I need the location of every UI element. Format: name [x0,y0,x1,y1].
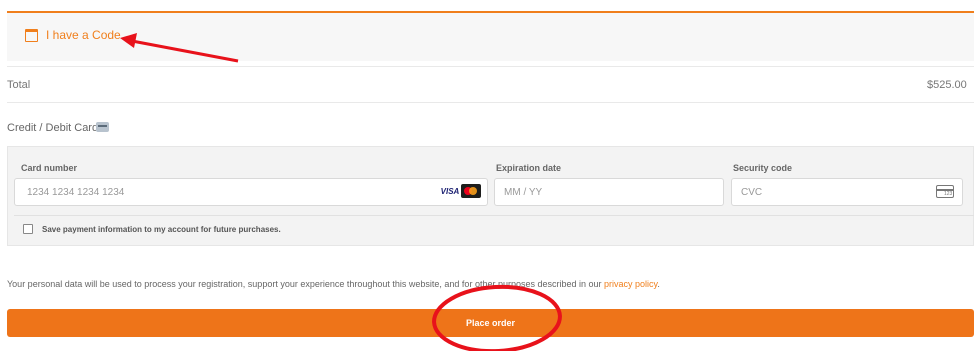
expiration-placeholder: MM / YY [504,187,543,198]
card-number-label: Card number [21,163,78,173]
visa-logo-icon: VISA [440,187,460,196]
cvc-card-icon [936,185,954,198]
divider [7,66,974,67]
total-label: Total [7,79,31,91]
expiration-date-label: Expiration date [496,163,562,173]
privacy-policy-link[interactable]: privacy policy [604,279,657,289]
credit-card-icon [96,122,109,132]
security-code-label: Security code [733,163,793,173]
place-order-button[interactable]: Place order [7,309,974,337]
save-payment-label: Save payment information to my account f… [42,225,281,234]
card-number-placeholder: 1234 1234 1234 1234 [27,187,125,198]
divider [7,102,974,103]
have-code-link[interactable]: I have a Code [46,28,121,42]
save-payment-checkbox[interactable] [23,224,33,234]
privacy-notice: Your personal data will be used to proce… [7,279,660,289]
total-value: $525.00 [927,79,967,91]
calendar-icon [25,29,38,42]
mastercard-logo-icon [461,184,481,198]
divider [14,215,974,216]
coupon-bar: I have a Code [7,11,974,61]
payment-method-label: Credit / Debit Card [7,122,99,134]
security-code-input[interactable] [731,178,963,206]
cvc-placeholder: CVC [741,187,763,198]
